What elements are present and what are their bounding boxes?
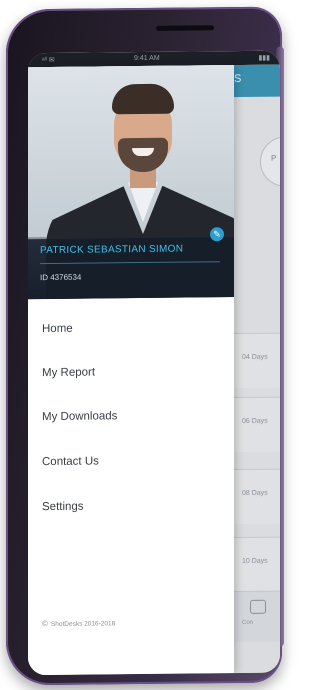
- menu-item-home[interactable]: Home: [42, 323, 73, 335]
- app-header: S: [228, 64, 280, 98]
- menu-item-settings[interactable]: Settings: [42, 501, 84, 513]
- contact-icon: [250, 599, 266, 614]
- app-row-label: 10 Days: [242, 557, 268, 565]
- app-bottom-label: Con: [242, 619, 254, 626]
- app-header-text: S: [234, 72, 242, 86]
- menu-item-my-report[interactable]: My Report: [42, 367, 95, 380]
- app-list-row: 08 Days: [234, 468, 280, 525]
- earpiece-speaker: [156, 25, 214, 31]
- app-list-row: 04 Days: [234, 332, 280, 389]
- phone-frame: ᵃˡˡ ✉ 9:41 AM ▮▮▮ S P 04 Days 06 Days 08…: [6, 6, 284, 686]
- signal-indicator: ᵃˡˡ ✉: [42, 56, 55, 65]
- app-row-label: 08 Days: [242, 489, 268, 497]
- edit-profile-button[interactable]: ✎: [210, 227, 224, 242]
- menu-item-contact-us[interactable]: Contact Us: [42, 455, 99, 468]
- battery-icon: ▮▮▮: [258, 54, 270, 62]
- status-time: 9:41 AM: [134, 54, 160, 63]
- app-row-label: 06 Days: [242, 417, 268, 425]
- app-list-row: 06 Days: [234, 396, 280, 453]
- menu-item-my-downloads[interactable]: My Downloads: [42, 410, 117, 423]
- phone-screen: ᵃˡˡ ✉ 9:41 AM ▮▮▮ S P 04 Days 06 Days 08…: [28, 50, 280, 676]
- avatar-hair: [112, 83, 174, 115]
- app-bottom-tab: Con: [234, 590, 280, 643]
- app-list-row: 10 Days: [234, 536, 280, 593]
- copyright-footer: © ShotDesks 2016-2018: [42, 618, 115, 628]
- profile-header: ✎ PATRICK SEBASTIAN SIMON ID 4376534: [28, 65, 234, 300]
- copyright-icon: ©: [42, 619, 48, 629]
- profile-id: ID 4376534: [40, 272, 82, 283]
- profile-name: PATRICK SEBASTIAN SIMON: [40, 243, 184, 257]
- navigation-drawer: ✎ PATRICK SEBASTIAN SIMON ID 4376534 Hom…: [28, 65, 234, 676]
- app-circle-label: P: [271, 153, 277, 163]
- copyright-text: ShotDesks 2016-2018: [50, 620, 116, 628]
- app-row-label: 04 Days: [242, 353, 268, 361]
